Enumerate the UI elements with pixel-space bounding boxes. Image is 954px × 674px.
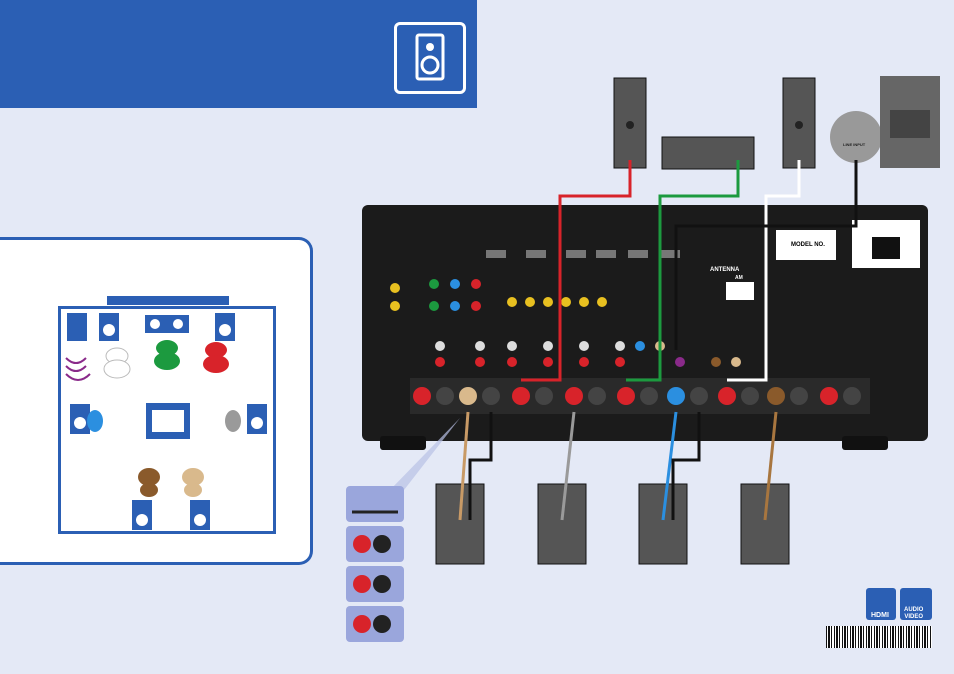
- model-label: MODEL NO.: [791, 242, 825, 248]
- barcode: [826, 626, 932, 648]
- bottom-speakers: [435, 483, 790, 565]
- hdmi-badge-label: HDMI: [871, 612, 889, 619]
- ac-inlet-label: AC INLET: [860, 225, 888, 231]
- connection-diagram: [65, 76, 940, 642]
- line-input-label: LINE INPUT: [843, 142, 866, 147]
- room-speakers: [65, 313, 267, 530]
- audio-video-badge-label: AUDIO VIDEO: [904, 607, 924, 620]
- antenna-label: ANTENNA: [710, 267, 740, 273]
- connection-steps: [346, 486, 404, 642]
- av-receiver: [362, 205, 928, 450]
- am-label: AM: [735, 275, 743, 281]
- top-speakers: [613, 76, 940, 170]
